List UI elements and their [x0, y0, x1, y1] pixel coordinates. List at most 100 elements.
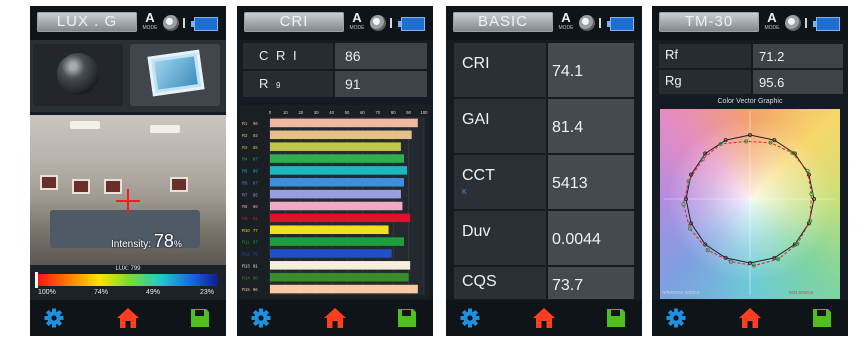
- mode-a-icon[interactable]: A MODE: [764, 11, 780, 33]
- category-label: R15: [242, 287, 250, 292]
- ri-chart-frame: 0 10 20 30 40 50 60 70 80 90 100 R1 96 R2 92 R3 85 R4 87 R5…: [240, 105, 430, 299]
- data-label: 92: [253, 133, 258, 138]
- cri-label: C R I: [243, 43, 333, 69]
- data-point: [687, 226, 692, 231]
- category-label: R11: [242, 240, 250, 245]
- home-icon[interactable]: [738, 307, 762, 329]
- gear-icon[interactable]: [460, 308, 480, 328]
- data-label: 87: [253, 157, 258, 162]
- ri-bar: [270, 154, 404, 163]
- divider-icon: [183, 18, 185, 28]
- bottom-nav: [30, 300, 226, 336]
- wall-frame: [40, 175, 58, 190]
- x-tick-label: 100: [421, 110, 429, 115]
- x-tick-label: 50: [345, 110, 350, 115]
- save-icon[interactable]: [812, 308, 832, 328]
- rf-label: Rf: [659, 44, 751, 68]
- divider-icon: [390, 18, 392, 28]
- sensor-knob-icon[interactable]: [785, 15, 801, 31]
- mode-a-icon[interactable]: A MODE: [558, 11, 574, 33]
- battery-icon: [607, 17, 634, 31]
- duv-row: Duv 0.0044: [454, 211, 634, 265]
- rg-label: Rg: [659, 70, 751, 94]
- cqs-value: 73.7: [548, 267, 634, 299]
- cri-value: 86: [335, 43, 427, 69]
- wall-frame: [72, 179, 90, 194]
- cqs-row: CQS 73.7: [454, 267, 634, 299]
- sensor-knob-icon[interactable]: [579, 15, 595, 31]
- gear-icon[interactable]: [44, 308, 64, 328]
- battery-icon: [813, 17, 840, 31]
- ri-bar: [270, 189, 401, 199]
- scale-mark: 23%: [200, 289, 215, 296]
- category-label: R1: [242, 121, 248, 126]
- ri-bar: [270, 177, 404, 187]
- ri-bar-chart: 0 10 20 30 40 50 60 70 80 90 100 R1 96 R2 92 R3 85 R4 87 R5…: [242, 110, 429, 295]
- tm30-screen: TM-30 A MODE Rf 71.2 Rg 95.6 Color Vector…: [652, 6, 848, 336]
- lens-mode-button[interactable]: [33, 44, 123, 106]
- screen-title[interactable]: BASIC: [453, 12, 553, 32]
- x-tick-label: 20: [298, 110, 303, 115]
- sensor-knob-icon[interactable]: [163, 15, 179, 31]
- data-label: 90: [253, 275, 258, 280]
- home-icon[interactable]: [323, 307, 347, 329]
- rf-value: 71.2: [753, 44, 843, 68]
- mode-a-icon[interactable]: A MODE: [142, 11, 158, 33]
- x-tick-label: 80: [391, 110, 396, 115]
- ri-bar: [270, 261, 411, 270]
- gear-icon[interactable]: [666, 308, 686, 328]
- gear-icon[interactable]: [251, 308, 271, 328]
- ri-bar: [270, 225, 389, 235]
- screen-title[interactable]: TM-30: [659, 12, 759, 32]
- screen-title[interactable]: LUX . G: [37, 12, 137, 32]
- data-label: 91: [253, 216, 258, 221]
- x-tick-label: 70: [375, 110, 380, 115]
- data-label: 87: [253, 180, 258, 185]
- home-icon[interactable]: [116, 307, 140, 329]
- camera-preview[interactable]: Intensity: 78%: [30, 115, 226, 265]
- legend-reference: reference source: [662, 290, 700, 296]
- photo-icon: [147, 49, 205, 97]
- data-label: 86: [253, 204, 258, 209]
- lux-color-scale: [35, 272, 218, 288]
- data-label: 89: [253, 169, 258, 174]
- ri-bar: [270, 201, 403, 211]
- cri-row: C R I 86: [243, 43, 427, 69]
- rg-value: 95.6: [753, 70, 843, 94]
- rf-row: Rf 71.2: [659, 44, 843, 68]
- ri-bar: [270, 272, 409, 282]
- x-tick-label: 30: [314, 110, 319, 115]
- scale-mark: 49%: [146, 289, 161, 296]
- data-label: 79: [253, 252, 258, 257]
- capture-mode-bar: [30, 40, 226, 112]
- x-tick-label: 60: [360, 110, 365, 115]
- cri-label: CRI: [454, 43, 546, 97]
- bottom-nav: [652, 300, 848, 336]
- lux-scale-panel: LUX: 799 100% 74% 49% 23%: [30, 265, 226, 300]
- ri-bar: [270, 284, 418, 294]
- save-icon[interactable]: [606, 308, 626, 328]
- sensor-knob-icon[interactable]: [370, 15, 386, 31]
- mode-a-icon[interactable]: A MODE: [349, 11, 365, 33]
- home-icon[interactable]: [532, 307, 556, 329]
- battery-icon: [191, 17, 218, 31]
- color-vector-graphic: [660, 109, 840, 299]
- status-bar: CRI A MODE: [237, 6, 433, 40]
- category-label: R7: [242, 192, 248, 197]
- category-label: R10: [242, 228, 250, 233]
- color-vector-plot: [664, 111, 836, 295]
- ri-bar: [270, 118, 418, 128]
- photo-mode-button[interactable]: [130, 44, 220, 106]
- status-bar: LUX . G A MODE: [30, 6, 226, 40]
- screen-title[interactable]: CRI: [244, 12, 344, 32]
- divider-icon: [805, 18, 807, 28]
- cri-summary: C R I 86 R 9 91: [243, 43, 427, 99]
- lux-value: LUX: 799: [115, 266, 141, 272]
- save-icon[interactable]: [397, 308, 417, 328]
- save-icon[interactable]: [190, 308, 210, 328]
- crosshair-icon[interactable]: [116, 189, 140, 213]
- cct-value: 5413: [548, 155, 634, 209]
- data-label: 96: [253, 287, 258, 292]
- bottom-nav: [446, 300, 642, 336]
- legend-test: test source: [789, 290, 814, 296]
